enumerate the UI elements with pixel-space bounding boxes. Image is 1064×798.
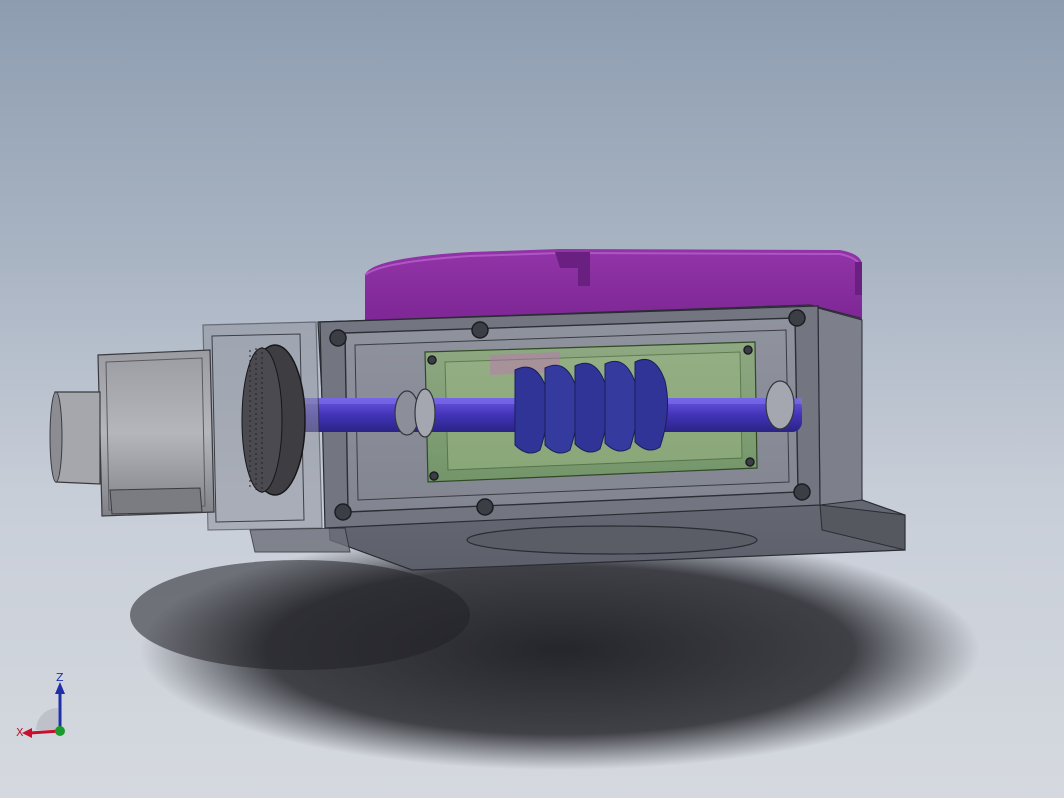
worm-gear[interactable]: [514, 358, 669, 454]
triad-plane: [36, 708, 58, 730]
graphics-viewport[interactable]: Z X: [0, 0, 1064, 798]
housing-bore: [466, 525, 758, 555]
floor-shadow: [130, 530, 980, 770]
z-axis-label: Z: [56, 672, 64, 684]
y-axis-dot: [55, 726, 65, 736]
model-view[interactable]: [0, 0, 1064, 798]
timing-pulley[interactable]: [241, 344, 306, 496]
servo-motor[interactable]: [49, 349, 215, 517]
x-axis-label: X: [16, 726, 24, 739]
orientation-triad: Z X: [16, 672, 65, 739]
